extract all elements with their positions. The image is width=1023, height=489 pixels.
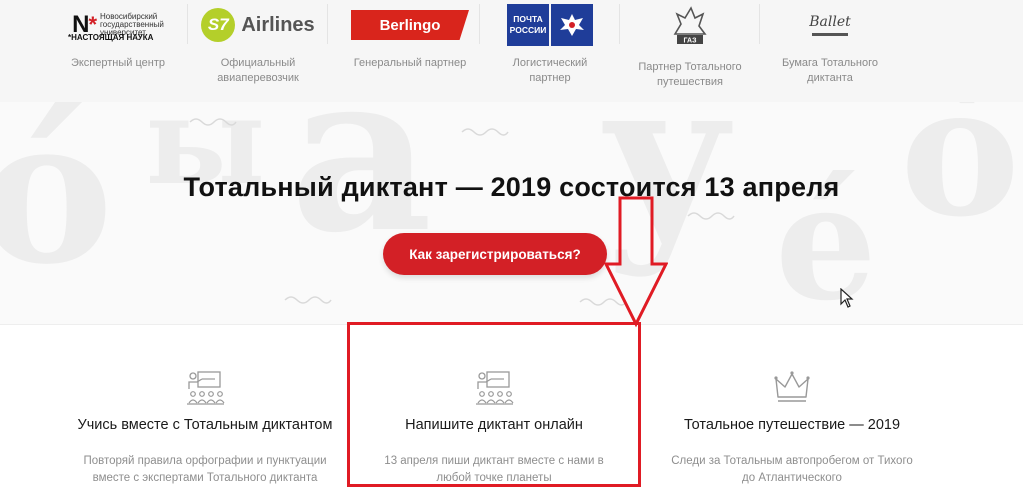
squiggle-decor xyxy=(284,296,332,304)
feature-description: Повторяй правила орфографии и пунктуации… xyxy=(83,455,327,484)
gaz-logo: ГАЗ xyxy=(667,0,713,50)
down-arrow-annotation-icon xyxy=(604,196,668,328)
partner-caption: Экспертный центр xyxy=(70,57,166,69)
nsu-logo: N * Новосибирский государственный универс… xyxy=(72,11,164,38)
hero-section: ó ы а у é ò Тотальный диктант — 2019 сос… xyxy=(0,102,1023,324)
ballet-logo: Ballet xyxy=(809,0,851,50)
partner-gaz[interactable]: ГАЗ Партнер Тотального путешествия xyxy=(620,0,760,102)
russian-post-logo: ПОЧТА РОССИИ xyxy=(507,0,593,50)
partner-caption: Генеральный партнер xyxy=(353,57,467,69)
partner-berlingo[interactable]: Berlingo Генеральный партнер xyxy=(340,0,480,102)
feature-title: Тотальное путешествие — 2019 xyxy=(683,417,901,433)
nsu-tagline: *НАСТОЯЩАЯ НАУКА xyxy=(68,33,154,42)
partner-caption: Бумага Тотального диктанта xyxy=(782,57,878,84)
highlight-annotation-box xyxy=(347,322,641,487)
feature-card-learn[interactable]: Учись вместе с Тотальным диктантом Повто… xyxy=(55,325,355,489)
partner-ballet[interactable]: Ballet Бумага Тотального диктанта xyxy=(760,0,900,102)
s7-logo: S7 Airlines xyxy=(201,0,315,50)
partner-caption: Логистический партнер xyxy=(512,57,588,84)
svg-text:ГАЗ: ГАЗ xyxy=(684,38,698,45)
partner-russian-post[interactable]: ПОЧТА РОССИИ Логистический партнер xyxy=(480,0,620,102)
divider xyxy=(327,4,328,44)
register-button[interactable]: Как зарегистрироваться? xyxy=(383,233,607,275)
feature-title: Учись вместе с Тотальным диктантом xyxy=(77,417,333,433)
berlingo-logo: Berlingo xyxy=(351,0,469,50)
partner-s7[interactable]: S7 Airlines Официальный авиаперевозчик xyxy=(188,0,328,102)
feature-card-journey[interactable]: Тотальное путешествие — 2019 Следи за То… xyxy=(642,325,942,489)
page-title: Тотальный диктант — 2019 состоится 13 ап… xyxy=(183,172,840,202)
classroom-icon xyxy=(187,371,225,405)
feature-description: Следи за Тотальным автопробегом от Тихог… xyxy=(671,455,913,484)
crown-icon xyxy=(774,371,810,402)
mouse-cursor-icon xyxy=(840,288,854,308)
partners-band: N * Новосибирский государственный универс… xyxy=(0,0,1023,102)
partner-nsu[interactable]: N * Новосибирский государственный универс… xyxy=(48,0,188,102)
squiggle-decor xyxy=(461,128,509,136)
partner-caption: Официальный авиаперевозчик xyxy=(217,57,299,84)
partner-caption: Партнер Тотального путешествия xyxy=(638,61,742,88)
eagle-icon xyxy=(560,14,584,36)
squiggle-decor xyxy=(687,212,735,220)
squiggle-decor xyxy=(189,118,237,126)
